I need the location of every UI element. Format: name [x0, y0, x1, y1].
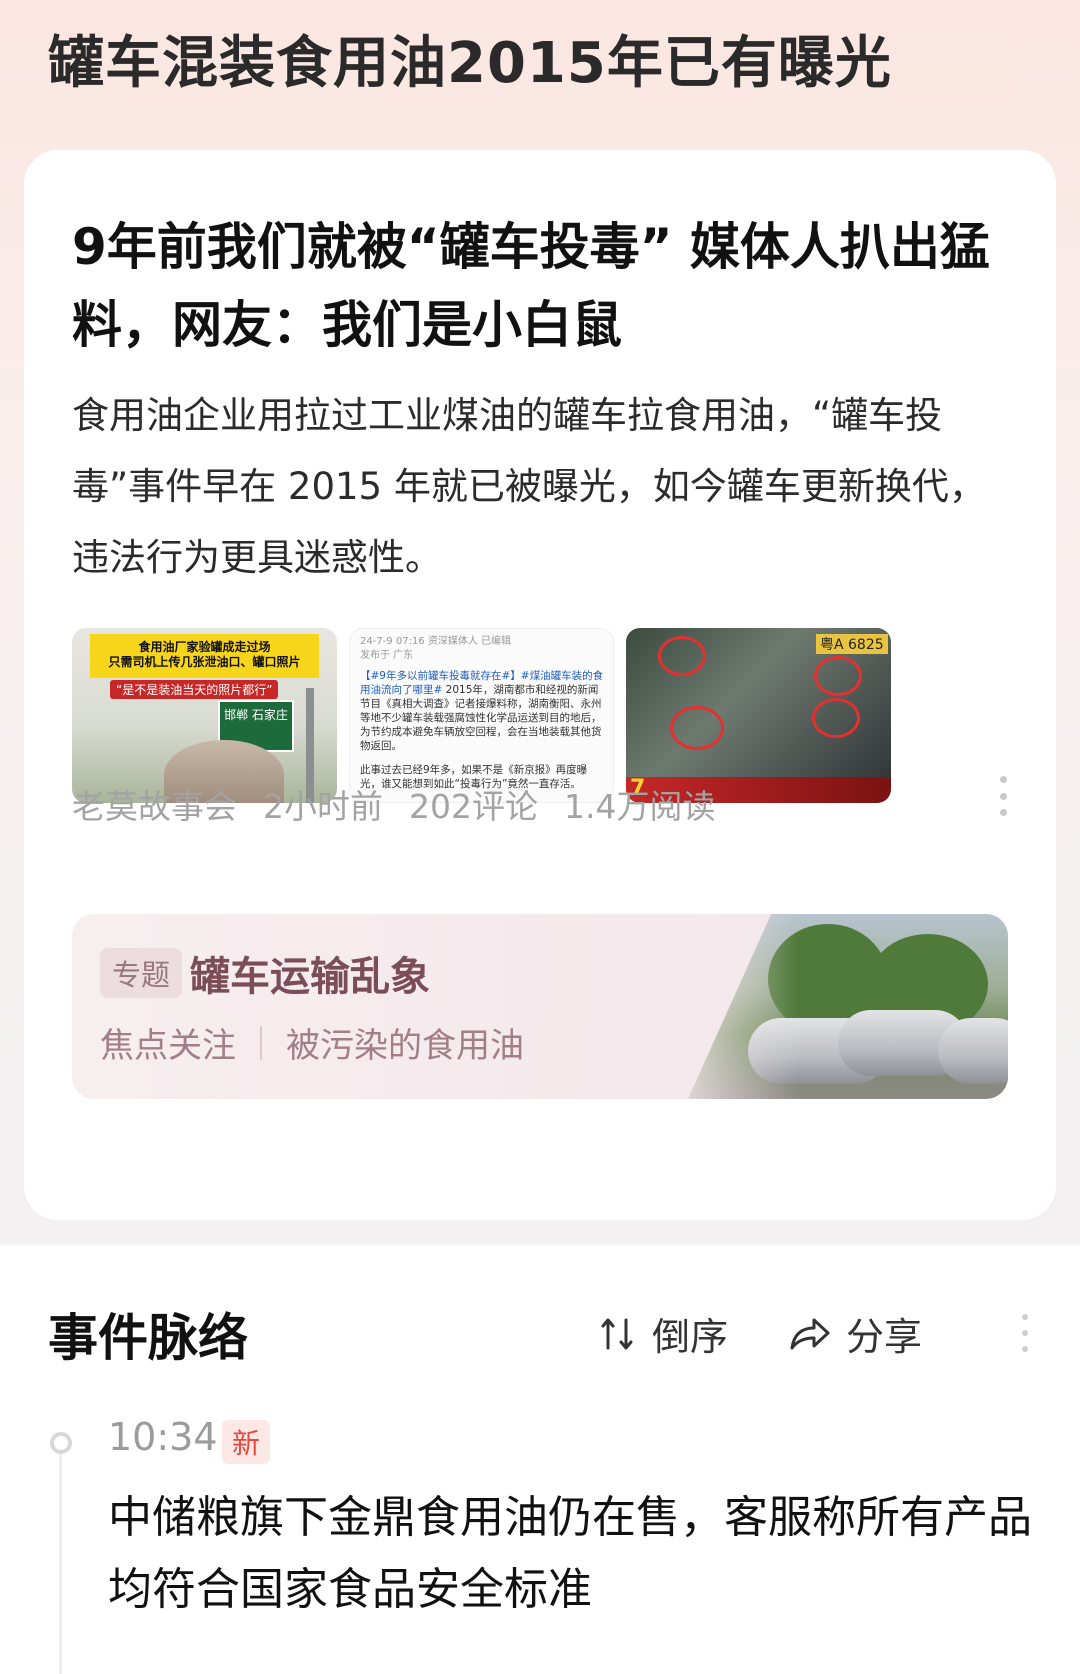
- post-location: 发布于 广东: [360, 650, 414, 661]
- sort-button[interactable]: 倒序: [600, 1306, 728, 1361]
- article-reads: 1.4万阅读: [564, 787, 716, 826]
- thumbnail-1-banner: 食用油厂家验罐成走过场 只需司机上传几张泄油口、罐口照片: [90, 634, 319, 678]
- topic-badge: 专题: [100, 948, 183, 998]
- topic-title[interactable]: 罐车运输乱象: [190, 944, 430, 1002]
- article-card[interactable]: 9年前我们就被“罐车投毒” 媒体人扒出猛料，网友：我们是小白鼠 食用油企业用拉过…: [24, 150, 1056, 1220]
- highlight-circle: [658, 636, 706, 676]
- article-thumbnails: 食用油厂家验罐成走过场 只需司机上传几张泄油口、罐口照片 “是不是装油当天的照片…: [72, 628, 891, 803]
- license-plate: 粤A 6825: [816, 634, 888, 654]
- article-comments: 202评论: [409, 787, 538, 826]
- share-icon: [790, 1318, 830, 1349]
- article-title[interactable]: 9年前我们就被“罐车投毒” 媒体人扒出猛料，网友：我们是小白鼠: [72, 208, 1012, 364]
- thumbnail-1[interactable]: 食用油厂家验罐成走过场 只需司机上传几张泄油口、罐口照片 “是不是装油当天的照片…: [72, 628, 337, 803]
- banner-line-2: 只需司机上传几张泄油口、罐口照片: [108, 655, 301, 669]
- thumbnail-1-caption: “是不是装油当天的照片都行”: [110, 680, 279, 699]
- thumbnail-3[interactable]: 粤A 6825 7: [626, 628, 891, 803]
- timeline-item-text[interactable]: 中储粮旗下金鼎食用油仍在售，客服称所有产品均符合国家食品安全标准: [108, 1482, 1038, 1626]
- topic-link-focus[interactable]: 焦点关注: [100, 1018, 236, 1067]
- timeline-item-time: 10:34: [108, 1415, 218, 1459]
- timeline-more-icon[interactable]: [1020, 1314, 1030, 1352]
- timeline-heading: 事件脉络: [48, 1309, 248, 1367]
- timeline-actions: 倒序 分享: [600, 1306, 922, 1361]
- topic-links: 焦点关注 被污染的食用油: [100, 1018, 524, 1067]
- page-title: 罐车混装食用油2015年已有曝光: [48, 31, 892, 96]
- highlight-circle: [814, 656, 862, 696]
- topic-link-oil[interactable]: 被污染的食用油: [286, 1018, 524, 1067]
- tank-trailer: [938, 1018, 1008, 1084]
- article-time: 2小时前: [263, 787, 383, 826]
- timeline-dot: [50, 1432, 72, 1454]
- thumbnail-2-text: 【#9年多以前罐车投毒就存在#】#煤油罐车装的食用油流向了哪里# 2015年，湖…: [360, 669, 605, 791]
- share-button[interactable]: 分享: [788, 1306, 922, 1361]
- post-header: 24-7-9 07:16 资深媒体人 已编辑: [360, 636, 512, 647]
- banner-line-1: 食用油厂家验罐成走过场: [138, 640, 271, 654]
- more-options-icon[interactable]: [996, 776, 1010, 816]
- divider: [260, 1025, 262, 1060]
- article-source[interactable]: 老莫故事会: [72, 780, 237, 828]
- sort-label: 倒序: [652, 1315, 729, 1359]
- article-meta: 老莫故事会 2小时前 202评论 1.4万阅读: [72, 780, 715, 828]
- thumbnail-2-header: 24-7-9 07:16 资深媒体人 已编辑 发布于 广东: [360, 635, 511, 663]
- share-label: 分享: [846, 1315, 923, 1359]
- highlight-circle: [670, 706, 724, 750]
- article-summary[interactable]: 食用油企业用拉过工业煤油的罐车拉食用油，“罐车投毒”事件早在 2015 年就已被…: [72, 380, 1012, 593]
- topic-card[interactable]: 专题 罐车运输乱象 焦点关注 被污染的食用油: [72, 914, 1008, 1099]
- thumbnail-2[interactable]: 24-7-9 07:16 资深媒体人 已编辑 发布于 广东 【#9年多以前罐车投…: [349, 628, 614, 803]
- topic-image-fade: [658, 914, 798, 1099]
- sort-icon: [601, 1318, 633, 1349]
- timeline-line: [59, 1452, 62, 1674]
- new-badge: 新: [222, 1420, 271, 1464]
- highlight-circle: [812, 698, 860, 738]
